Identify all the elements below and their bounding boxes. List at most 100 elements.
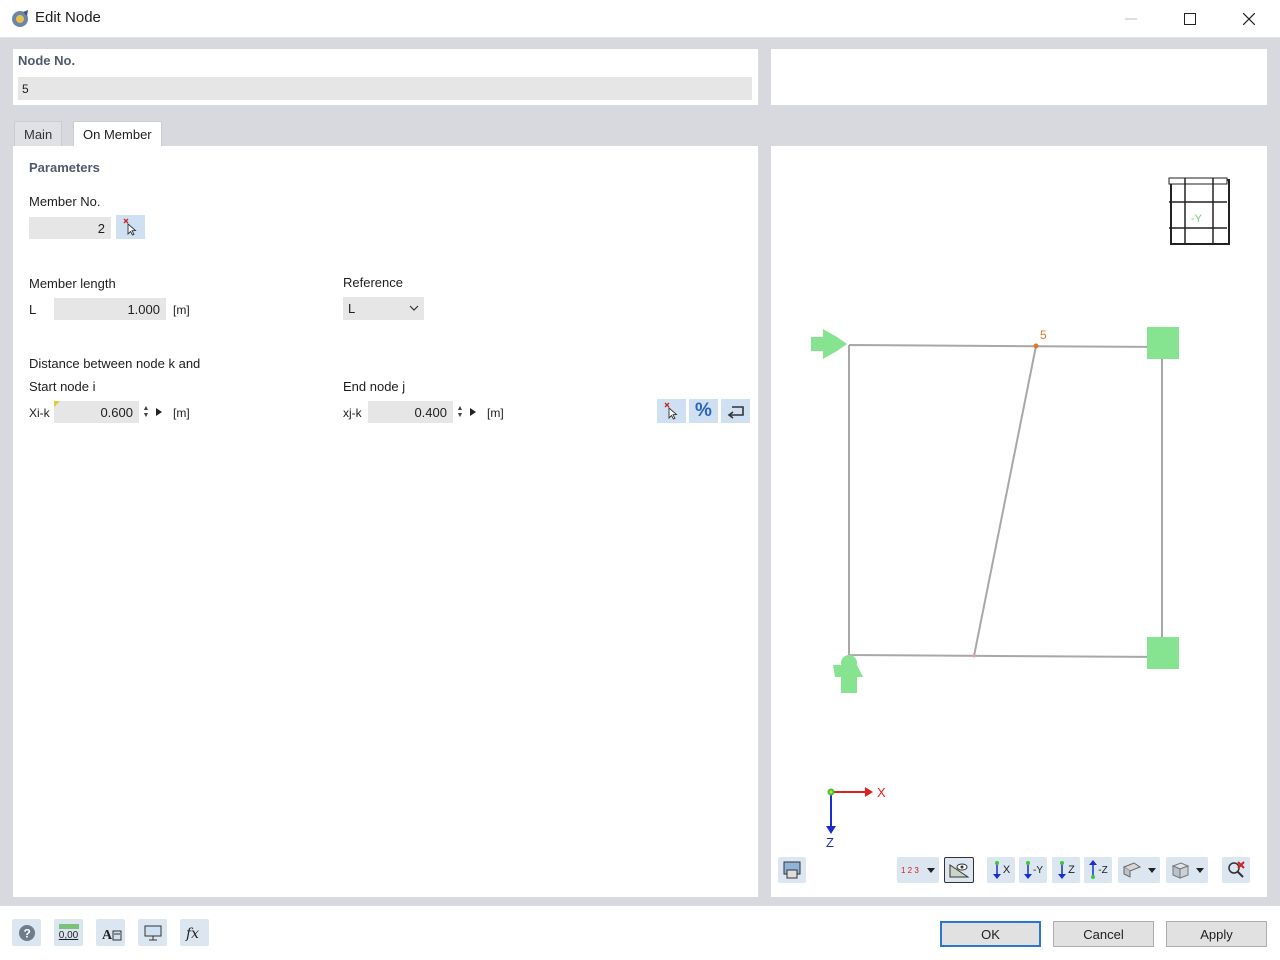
view-x-label: X xyxy=(1002,864,1011,876)
numbering-icon: 1 2 3 xyxy=(901,865,919,875)
title-bar: Edit Node xyxy=(0,0,1280,38)
view-settings-button[interactable] xyxy=(778,857,806,883)
xik-spinner[interactable]: ▲ ▼ xyxy=(139,401,153,423)
xik-arrow-button[interactable] xyxy=(153,401,165,423)
units-label: 0,00 xyxy=(58,930,79,941)
text-settings-button[interactable]: A xyxy=(96,919,125,946)
svg-text:fx: fx xyxy=(185,926,199,942)
cancel-button[interactable]: Cancel xyxy=(1053,921,1154,947)
parameters-panel: Parameters Member No. 2 Member length L … xyxy=(23,156,758,887)
start-node-label: Start node i xyxy=(29,379,96,394)
plane-icon xyxy=(1122,862,1142,878)
node-number-field[interactable]: 5 xyxy=(18,77,752,100)
dropdown-arrow-icon xyxy=(1148,867,1156,873)
help-button[interactable]: ? xyxy=(12,919,41,946)
axis-z-label: Z xyxy=(826,835,834,850)
play-arrow-icon xyxy=(470,408,476,416)
svg-text:?: ? xyxy=(23,926,30,940)
display-button[interactable] xyxy=(138,919,167,946)
view-z-button[interactable]: Z xyxy=(1052,857,1080,883)
ok-button[interactable]: OK xyxy=(940,921,1041,947)
percent-button[interactable]: % xyxy=(689,399,718,423)
member-length-field: 1.000 xyxy=(54,298,166,320)
view-neg-y-label: -Y xyxy=(1033,864,1043,876)
panel-divider xyxy=(758,146,771,897)
member-length-label: Member length xyxy=(29,276,116,291)
frame-members xyxy=(848,344,1163,659)
play-arrow-icon xyxy=(156,408,162,416)
arrow-down-icon xyxy=(992,861,1001,879)
view-neg-z-button[interactable]: -Z xyxy=(1084,857,1112,883)
arrow-down-icon xyxy=(1024,861,1032,879)
reverse-button[interactable] xyxy=(721,399,750,423)
view-neg-y-button[interactable]: -Y xyxy=(1019,857,1047,883)
display-toggle-button[interactable] xyxy=(944,857,974,883)
apply-button[interactable]: Apply xyxy=(1166,921,1267,947)
maximize-button[interactable] xyxy=(1161,0,1219,38)
pick-cursor-icon xyxy=(664,402,678,420)
xjk-field[interactable]: 0.400 xyxy=(368,401,453,423)
units-button[interactable]: 0,00 xyxy=(54,919,83,946)
length-symbol: L xyxy=(29,302,37,317)
xjk-spinner[interactable]: ▲ ▼ xyxy=(453,401,467,423)
parameters-heading: Parameters xyxy=(29,160,100,175)
info-panel xyxy=(771,49,1267,105)
font-icon: A xyxy=(102,928,121,943)
xik-unit: [m] xyxy=(173,406,190,420)
dropdown-arrow-icon xyxy=(926,867,935,873)
eye-ruler-icon xyxy=(949,863,969,878)
monitor-image-icon xyxy=(783,861,801,879)
cube-icon xyxy=(1171,862,1190,879)
select-member-button[interactable] xyxy=(116,215,145,239)
svg-text:A: A xyxy=(102,928,113,943)
xik-field[interactable]: 0.600 xyxy=(54,401,139,423)
model-viewer[interactable]: -Y 5 X Z 1 2 3 X -Y Z -Z xyxy=(771,156,1257,887)
pick-cursor-icon xyxy=(123,218,137,236)
view-cube xyxy=(1168,177,1230,245)
xjk-label: xj-k xyxy=(343,406,362,420)
close-button[interactable] xyxy=(1220,0,1278,38)
member-no-field[interactable]: 2 xyxy=(29,217,111,239)
node-number-label: Node No. xyxy=(18,53,76,68)
function-icon: fx xyxy=(185,926,199,942)
view-x-button[interactable]: X xyxy=(987,857,1015,883)
node-5-marker xyxy=(1033,343,1039,349)
monitor-icon xyxy=(144,925,161,940)
pick-location-button[interactable] xyxy=(657,399,686,423)
model-canvas[interactable]: -Y 5 X Z xyxy=(771,156,1257,887)
return-arrow-icon xyxy=(727,406,744,419)
units-bar-icon xyxy=(58,924,79,929)
member-no-label: Member No. xyxy=(29,194,101,209)
section-view-button[interactable] xyxy=(1118,857,1160,883)
member-length-unit: [m] xyxy=(173,303,190,317)
support-symbols xyxy=(811,327,1179,693)
help-icon: ? xyxy=(18,924,35,941)
zoom-reset-button[interactable] xyxy=(1222,857,1250,883)
view-neg-z-label: -Z xyxy=(1098,864,1108,876)
end-node-label: End node j xyxy=(343,379,406,394)
formula-button[interactable]: fx xyxy=(180,919,209,946)
window-title: Edit Node xyxy=(35,9,101,26)
arrow-down-icon xyxy=(1058,861,1067,879)
axis-triad xyxy=(826,787,873,834)
tab-main[interactable]: Main xyxy=(14,121,63,146)
dropdown-arrow-icon xyxy=(1196,867,1204,873)
reference-label: Reference xyxy=(343,275,403,290)
minimize-button[interactable] xyxy=(1102,0,1160,38)
view-z-label: Z xyxy=(1068,864,1075,876)
edited-marker-icon xyxy=(54,401,60,407)
xjk-arrow-button[interactable] xyxy=(467,401,479,423)
tab-on-member[interactable]: On Member xyxy=(73,121,162,147)
app-icon xyxy=(9,8,31,30)
reference-value: L xyxy=(348,301,356,316)
reference-select[interactable]: L xyxy=(343,297,424,320)
chevron-down-icon xyxy=(409,305,419,311)
distance-label: Distance between node k and xyxy=(29,356,201,371)
node-label: 5 xyxy=(1040,328,1047,342)
render-mode-button[interactable] xyxy=(1166,857,1208,883)
arrow-down-icon xyxy=(1089,860,1098,879)
magnifier-x-icon xyxy=(1228,861,1245,878)
xjk-unit: [m] xyxy=(487,406,504,420)
node-number-panel: Node No. 5 xyxy=(13,49,758,105)
numbering-button[interactable]: 1 2 3 xyxy=(897,857,939,883)
